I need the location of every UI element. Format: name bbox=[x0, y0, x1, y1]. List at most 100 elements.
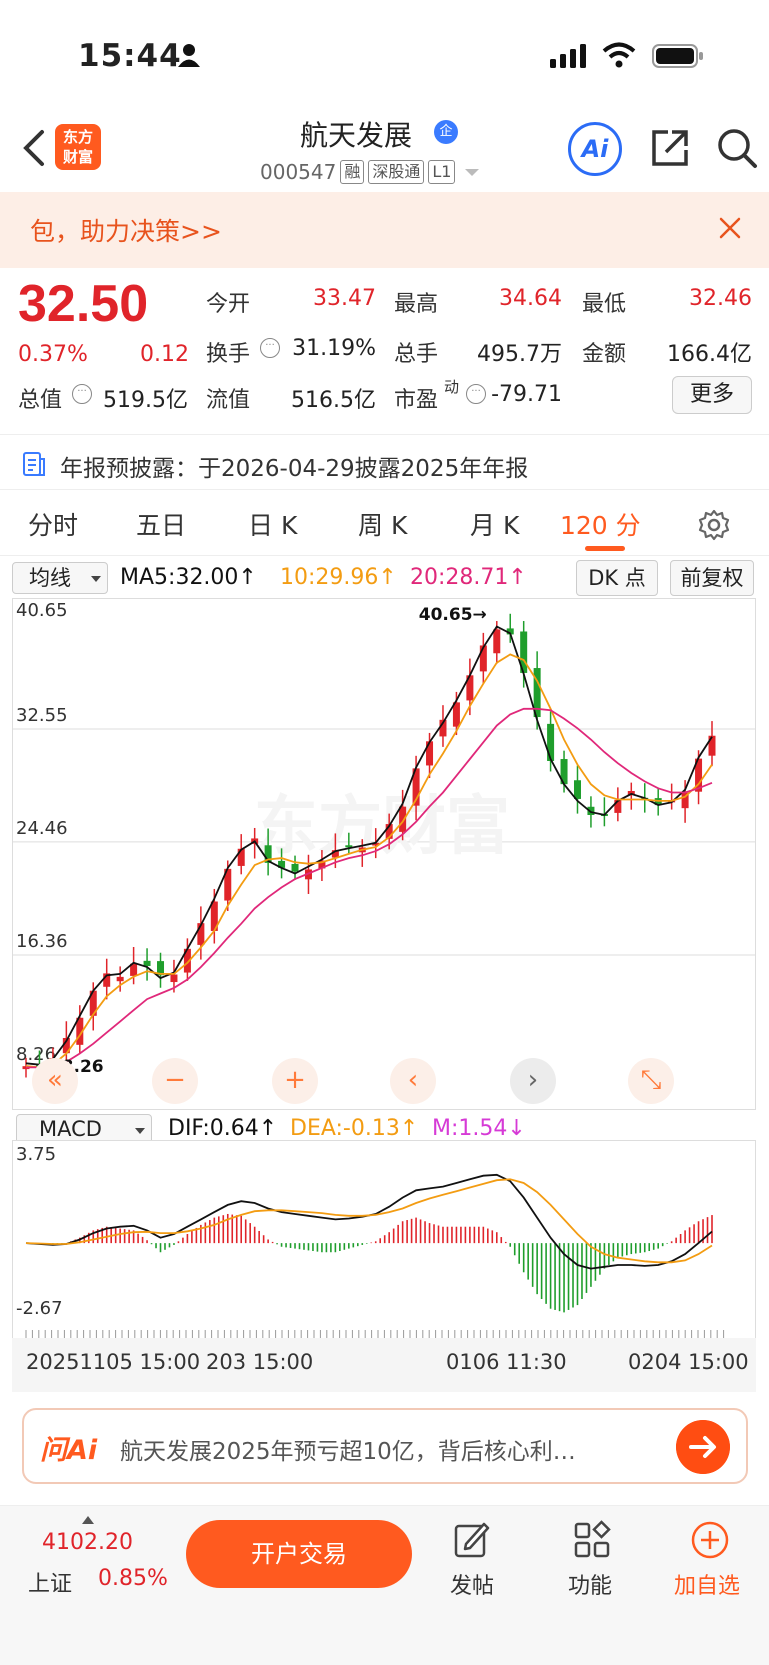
index-value: 4102.20 bbox=[42, 1530, 133, 1555]
tab-weekly-k[interactable]: 周 K bbox=[358, 506, 407, 542]
low-label: 最低 bbox=[582, 292, 627, 317]
x-tick-label: 203 15:00 bbox=[206, 1350, 314, 1374]
ma10-value: 10:29.96↑ bbox=[280, 565, 397, 590]
pe-value: -79.71 bbox=[491, 382, 562, 407]
app-logo[interactable]: 东方 财富 bbox=[55, 124, 101, 170]
search-icon[interactable] bbox=[715, 126, 759, 170]
caret-down-icon bbox=[135, 1128, 145, 1134]
candle-body bbox=[170, 974, 178, 983]
tag-level: L1 bbox=[428, 160, 456, 184]
stock-code-row[interactable]: 000547 融 深股通 L1 bbox=[260, 160, 480, 184]
banner-text: 包，助力决策>> bbox=[30, 217, 222, 246]
ma5-value: MA5:32.00↑ bbox=[120, 565, 257, 590]
wifi-icon bbox=[602, 42, 636, 68]
period-tabs: 分时 五日 日 K 周 K 月 K 120 分 bbox=[0, 492, 769, 556]
m-value: M:1.54↓ bbox=[432, 1116, 526, 1141]
candlestick-chart[interactable]: 40.6532.5524.4616.368.26东方财富40.65→←8.26 bbox=[12, 598, 756, 1110]
ask-ai-bar[interactable]: 问Ai 航天发展2025年预亏超10亿，背后核心利… bbox=[22, 1408, 748, 1484]
open-account-trade-button[interactable]: 开户交易 bbox=[186, 1520, 412, 1588]
logo-line2: 财富 bbox=[62, 148, 93, 166]
report-notice[interactable]: 年报预披露：于2026-04-29披露2025年年报 bbox=[0, 434, 769, 490]
scroll-left-icon[interactable]: « bbox=[32, 1058, 78, 1104]
tag-connect: 深股通 bbox=[368, 160, 425, 184]
share-icon[interactable] bbox=[648, 126, 692, 170]
candle-body bbox=[493, 629, 501, 654]
tab-daily-k[interactable]: 日 K bbox=[248, 506, 297, 542]
zoom-out-icon[interactable]: − bbox=[152, 1058, 198, 1104]
stock-code: 000547 bbox=[260, 160, 337, 184]
tab-120-min[interactable]: 120 分 bbox=[560, 506, 641, 542]
add-circle-icon[interactable] bbox=[690, 1520, 730, 1560]
x-tick-label: 0106 11:30 bbox=[446, 1350, 567, 1374]
zoom-in-icon[interactable]: + bbox=[272, 1058, 318, 1104]
caret-down-icon bbox=[91, 576, 101, 582]
triangle-up-icon bbox=[82, 1516, 94, 1524]
candle-body bbox=[547, 723, 555, 761]
total-value-label: 总值 bbox=[18, 388, 63, 413]
dea-value: DEA:-0.13↑ bbox=[290, 1116, 419, 1141]
macd-chart[interactable]: 3.75 -2.67 bbox=[12, 1140, 756, 1340]
info-icon[interactable]: ··· bbox=[260, 338, 280, 358]
fullscreen-icon[interactable]: ⤡ bbox=[628, 1058, 674, 1104]
x-tick-label: 20251105 15:00 bbox=[26, 1350, 201, 1374]
time-axis: 20251105 15:00 203 15:00 0106 11:30 0204… bbox=[12, 1338, 756, 1392]
edit-post-icon[interactable] bbox=[452, 1520, 492, 1560]
tab-monthly-k[interactable]: 月 K bbox=[470, 506, 519, 542]
tag-margin: 融 bbox=[340, 160, 365, 184]
info-icon[interactable]: ··· bbox=[72, 384, 92, 404]
ask-ai-text: 航天发展2025年预亏超10亿，背后核心利… bbox=[120, 1439, 576, 1465]
gear-icon[interactable] bbox=[697, 508, 731, 542]
candle-body bbox=[237, 848, 245, 866]
add-watchlist-label[interactable]: 加自选 bbox=[674, 1568, 740, 1600]
caret-down-icon bbox=[465, 168, 480, 176]
pe-label: 市盈 bbox=[394, 388, 439, 413]
back-arrow-icon[interactable] bbox=[18, 128, 48, 168]
candle-body bbox=[116, 976, 124, 982]
high-value: 34.64 bbox=[499, 286, 562, 311]
index-name: 上证 bbox=[28, 1572, 73, 1597]
active-tab-indicator bbox=[585, 546, 625, 551]
dk-point-button[interactable]: DK 点 bbox=[576, 560, 658, 596]
y-tick-label: 24.46 bbox=[16, 818, 68, 839]
battery-icon bbox=[652, 44, 703, 68]
high-marker-label: 40.65→ bbox=[419, 605, 487, 625]
step-right-icon[interactable]: › bbox=[510, 1058, 556, 1104]
x-tick-label: 0204 15:00 bbox=[628, 1350, 749, 1374]
step-left-icon[interactable]: ‹ bbox=[390, 1058, 436, 1104]
indicator-select[interactable]: 均线 bbox=[12, 562, 108, 594]
promo-banner[interactable]: 包，助力决策>> bbox=[0, 192, 769, 268]
status-bar: 15:44 bbox=[0, 0, 769, 110]
adjust-button[interactable]: 前复权 bbox=[670, 560, 754, 596]
y-tick-label: 3.75 bbox=[16, 1144, 56, 1165]
tab-intraday[interactable]: 分时 bbox=[28, 506, 78, 542]
turnover-label: 换手 bbox=[206, 342, 251, 367]
stock-header: 东方 财富 航天发展 企 000547 融 深股通 L1 Ai bbox=[0, 110, 769, 192]
y-tick-label: 16.36 bbox=[16, 931, 68, 952]
dif-value: DIF:0.64↑ bbox=[168, 1116, 278, 1141]
total-value: 519.5亿 bbox=[103, 388, 188, 413]
pe-sup: 动 bbox=[444, 378, 460, 396]
low-value: 32.46 bbox=[689, 286, 752, 311]
y-tick-label: -2.67 bbox=[16, 1298, 63, 1319]
tab-five-day[interactable]: 五日 bbox=[136, 506, 186, 542]
arrow-right-icon[interactable] bbox=[676, 1420, 730, 1474]
index-percent: 0.85% bbox=[98, 1566, 168, 1591]
more-button[interactable]: 更多 bbox=[672, 376, 752, 414]
amount-value: 166.4亿 bbox=[667, 342, 752, 367]
grid-apps-icon[interactable] bbox=[572, 1520, 612, 1560]
quote-panel: 32.50 0.37% 0.12 今开 33.47 最高 34.64 最低 32… bbox=[0, 268, 769, 428]
post-label[interactable]: 发帖 bbox=[450, 1568, 494, 1600]
close-icon[interactable] bbox=[716, 214, 744, 242]
change-amount: 0.12 bbox=[140, 342, 189, 367]
page: 15:44 东方 财富 航天发展 企 000547 融 深股通 L1 Ai 包，… bbox=[0, 0, 769, 1665]
volume-value: 495.7万 bbox=[477, 342, 562, 367]
bottom-toolbar: 4102.20 上证 0.85% 开户交易 发帖 功能 加自选 bbox=[0, 1505, 769, 1665]
watermark: 东方财富 bbox=[254, 790, 510, 864]
ma-legend-row: 均线 MA5:32.00↑ 10:29.96↑ 20:28.71↑ DK 点 前… bbox=[0, 560, 769, 598]
clock: 15:44 bbox=[78, 38, 182, 74]
ai-button[interactable]: Ai bbox=[568, 122, 622, 176]
functions-label[interactable]: 功能 bbox=[568, 1568, 612, 1600]
change-percent: 0.37% bbox=[18, 342, 88, 367]
last-price: 32.50 bbox=[18, 275, 149, 333]
volume-label: 总手 bbox=[394, 342, 439, 367]
